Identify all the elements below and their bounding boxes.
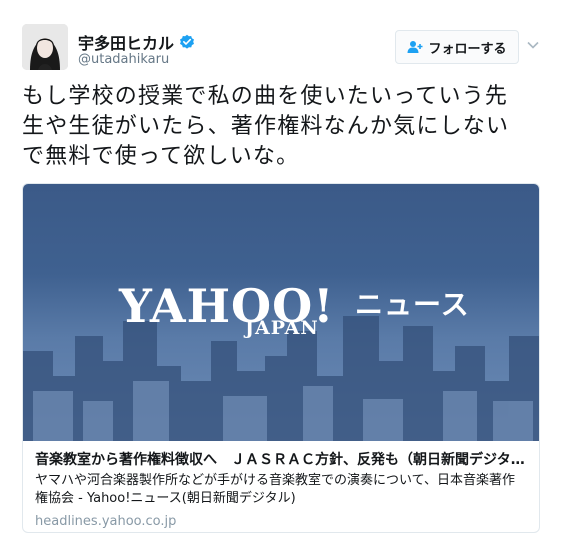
card-title: 音楽教室から著作権料徴収へ ＪＡＳＲＡＣ方針、反発も（朝日新聞デジタル） - .… (35, 452, 527, 468)
name-row: 宇多田ヒカル (78, 30, 195, 54)
follow-button[interactable]: フォローする (395, 30, 519, 64)
tweet-text-line: 生や生徒がいたら、著作権料なんか気にしない (22, 114, 510, 139)
card-image: YAHOO! JAPAN ニュース (23, 184, 539, 441)
display-name[interactable]: 宇多田ヒカル (78, 30, 174, 54)
logo-sub: JAPAN (245, 317, 319, 339)
avatar-image (22, 24, 68, 70)
chevron-down-icon[interactable] (526, 38, 540, 52)
link-card[interactable]: YAHOO! JAPAN ニュース 音楽教室から著作権料徴収へ ＪＡＳＲＡＣ方針… (22, 183, 540, 533)
tweet: 宇多田ヒカル @utadahikaru フォローする もし学校の授業で私の曲を使… (0, 0, 563, 545)
verified-badge-icon (180, 34, 195, 49)
yahoo-news-logo: YAHOO! JAPAN ニュース (23, 184, 539, 441)
tweet-text-line: で無料で使って欲しいな。 (22, 144, 300, 169)
card-domain: headlines.yahoo.co.jp (35, 514, 177, 529)
avatar[interactable] (22, 24, 68, 70)
add-user-icon (407, 41, 423, 53)
user-handle[interactable]: @utadahikaru (78, 52, 169, 67)
card-body: 音楽教室から著作権料徴収へ ＪＡＳＲＡＣ方針、反発も（朝日新聞デジタル） - .… (23, 441, 539, 530)
follow-button-label: フォローする (428, 41, 507, 57)
tweet-text: もし学校の授業で私の曲を使いたいっていう先 生や生徒がいたら、著作権料なんか気に… (22, 82, 547, 172)
card-description: ヤマハや河合楽器製作所などが手がける音楽教室での演奏について、日本音楽著作権協会… (35, 473, 515, 506)
logo-service: ニュース (355, 288, 470, 321)
tweet-text-line: もし学校の授業で私の曲を使いたいっていう先 (22, 84, 509, 109)
